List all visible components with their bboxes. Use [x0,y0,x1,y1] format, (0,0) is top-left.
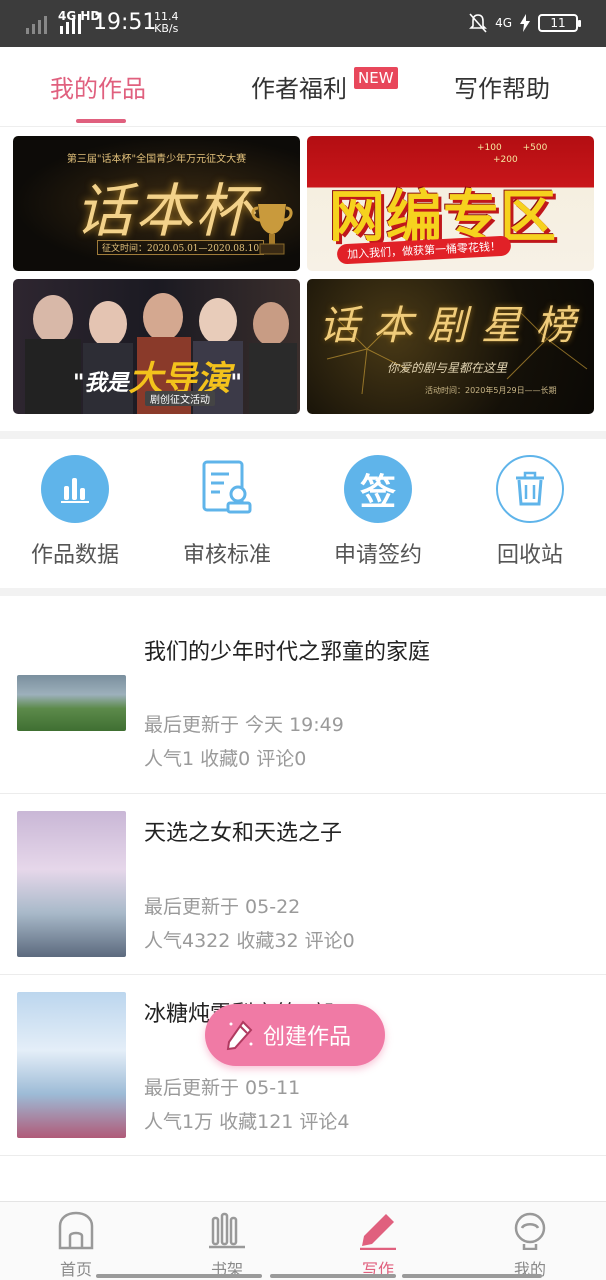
banner-star-chart[interactable]: 话本剧星榜 你爱的剧与星都在这里 活动时间：2020年5月29日——长期 [307,279,594,414]
clock: 19:51 [93,10,157,35]
work-cover-image [17,811,126,957]
nav-profile[interactable]: 我的 [480,1210,580,1280]
network-right: 4G [495,16,512,30]
create-work-label: 创建作品 [263,1025,352,1050]
pencil-icon [360,1214,396,1250]
banner-editor-zone[interactable]: +100 +500 +200 网编专区 加入我们，做获第一桶零花钱！ [307,136,594,271]
sign-contract-icon: 签 [344,455,412,523]
banner-title: 话本剧星榜 [319,303,589,349]
tab-author-benefits[interactable]: 作者福利 [251,69,347,104]
pen-icon [226,1020,253,1051]
active-tab-indicator [76,119,126,123]
review-document-icon [193,455,261,523]
bar-chart-icon [41,455,109,523]
quick-action-recycle-bin[interactable]: 回收站 [460,445,600,569]
sign-icon-glyph: 签 [359,472,396,513]
work-title: 天选之女和天选之子 [144,821,343,846]
status-icons: 4G 11 [469,10,581,36]
section-divider [0,431,606,439]
top-tab-bar: 我的作品 作者福利 NEW 写作帮助 [0,47,606,127]
new-badge: NEW [354,67,398,89]
banner-date: 征文时间：2020.05.01—2020.08.10 [97,240,265,255]
gesture-bar [402,1274,542,1278]
mute-bell-icon [469,13,487,33]
profile-icon [514,1212,546,1250]
quick-action-label: 回收站 [496,543,563,568]
work-stats: 人气1 收藏0 评论0 [144,748,307,770]
gesture-bar [270,1274,396,1278]
quick-action-works-data[interactable]: 作品数据 [5,445,145,569]
banner-huaben-cup[interactable]: 第三届"话本杯"全国青少年万元征文大赛 话本杯 征文时间：2020.05.01—… [13,136,300,271]
bottom-nav: 首页 书架 写作 我的 [0,1201,606,1280]
battery-icon: 11 [538,14,581,32]
work-update-time: 最后更新于 今天 19:49 [144,714,344,736]
banner-subtitle: 你爱的剧与星都在这里 [387,361,508,375]
nav-write[interactable]: 写作 [328,1210,428,1280]
banner-tag: 剧创征文活动 [145,391,215,406]
tab-writing-help[interactable]: 写作帮助 [454,69,550,104]
quick-action-label: 申请签约 [333,543,422,568]
gesture-bar [96,1274,262,1278]
tab-my-works[interactable]: 我的作品 [50,69,146,104]
coin-500: +500 [522,143,548,153]
nav-home[interactable]: 首页 [26,1210,126,1280]
nav-bookshelf[interactable]: 书架 [177,1210,277,1280]
work-cover-image [17,992,126,1138]
charging-icon [520,14,530,32]
bookshelf-icon [209,1212,245,1249]
work-stats: 人气1万 收藏121 评论4 [144,1111,350,1133]
work-item[interactable]: 我们的少年时代之郛童的家庭 最后更新于 今天 19:49 人气1 收藏0 评论0 [0,596,606,794]
banner-subtitle: 第三届"话本杯"全国青少年万元征文大赛 [66,154,247,165]
coin-200: +200 [493,155,518,165]
create-work-button[interactable]: 创建作品 [205,1004,385,1066]
quick-action-label: 审核标准 [182,543,271,568]
work-stats: 人气4322 收藏32 评论0 [144,930,355,952]
coin-100: +100 [477,143,502,153]
work-title: 我们的少年时代之郛童的家庭 [144,640,431,665]
speed-unit: KB/s [154,22,179,35]
home-icon [58,1211,94,1250]
banner-big-director[interactable]: "我是大导演" 剧创征文活动 [13,279,300,414]
banner-date: 活动时间：2020年5月29日——长期 [425,386,557,395]
work-update-time: 最后更新于 05-22 [144,896,301,918]
trophy-icon [251,204,293,255]
work-cover-image [17,675,126,731]
quick-action-label: 作品数据 [30,543,119,568]
status-bar: 4G HD 19:51 11.4 KB/s 4G 11 [0,0,606,47]
quick-action-review-standard[interactable]: 审核标准 [157,445,297,569]
work-item[interactable]: 天选之女和天选之子 最后更新于 05-22 人气4322 收藏32 评论0 [0,794,606,975]
banner-title-prefix: "我是 [73,371,129,396]
banner-title-suffix: " [230,371,242,396]
banner-title: 话本杯 [75,177,256,245]
work-update-time: 最后更新于 05-11 [144,1077,301,1099]
section-divider [0,588,606,596]
trash-icon [496,455,564,523]
quick-action-apply-contract[interactable]: 签 申请签约 [308,445,448,569]
network-speed: 11.4 KB/s [154,11,179,35]
banner-coins: +100 +500 +200 [477,142,547,166]
